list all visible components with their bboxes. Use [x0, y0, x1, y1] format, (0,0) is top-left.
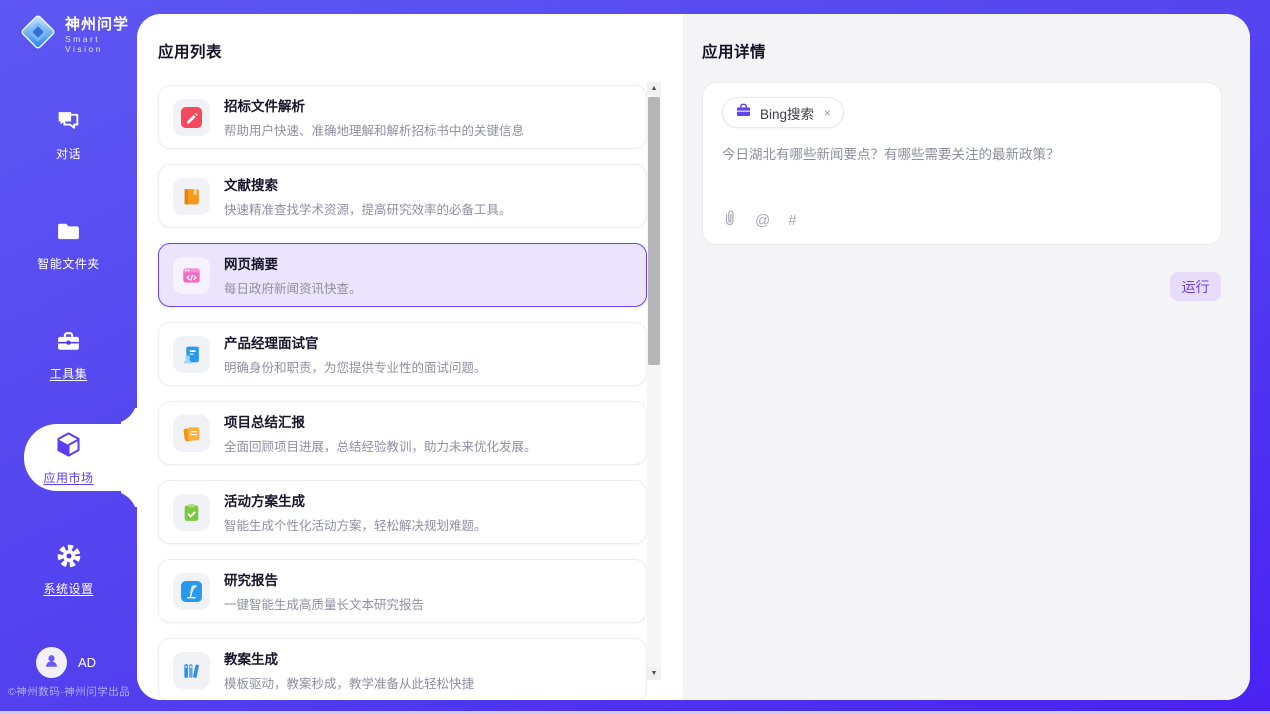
- prompt-card: Bing搜索 × 今日湖北有哪些新闻要点？有哪些需要关注的最新政策？ @ #: [702, 82, 1222, 245]
- close-icon[interactable]: ×: [822, 106, 831, 120]
- app-card[interactable]: 教案生成 模板驱动，教案秒成，教学准备从此轻松快捷: [158, 638, 647, 700]
- app-card-title: 研究报告: [224, 569, 424, 589]
- scrollbar[interactable]: ▲ ▼: [647, 82, 661, 680]
- app-detail-panel: 应用详情 Bing搜索 × 今日湖北有哪些新闻要点？有哪些需要关注的最新政策？: [683, 14, 1250, 700]
- sidebar-item-chat[interactable]: 对话: [0, 108, 137, 162]
- toolbox-icon: [55, 328, 82, 360]
- tool-tag-label: Bing搜索: [760, 103, 814, 123]
- app-card-title: 文献搜索: [224, 174, 512, 194]
- app-card[interactable]: 网页摘要 每日政府新闻资讯快查。: [158, 243, 647, 307]
- sidebar: 神州问学 Smart Vision 对话 智能文件夹: [0, 0, 137, 711]
- brand-logo: 神州问学 Smart Vision: [18, 12, 137, 57]
- prompt-toolbar: @ #: [722, 209, 797, 231]
- app-card-title: 网页摘要: [224, 253, 362, 273]
- avatar: [36, 647, 67, 678]
- scrollbar-thumb[interactable]: [648, 97, 660, 365]
- app-list: 招标文件解析 帮助用户快速、准确地理解和解析招标书中的关键信息 文献搜索 快速精…: [137, 14, 683, 700]
- sidebar-item-label: 对话: [56, 145, 81, 162]
- user-account[interactable]: AD: [36, 647, 96, 678]
- app-card-desc: 帮助用户快速、准确地理解和解析招标书中的关键信息: [224, 120, 524, 139]
- sidebar-item-label: 系统设置: [43, 580, 93, 597]
- tool-tag-bing-search[interactable]: Bing搜索 ×: [722, 97, 844, 128]
- app-list-panel: 应用列表 招标文件解析 帮助用户快速、准确地理解和解析招标书中的关键信息 文献搜…: [137, 14, 683, 700]
- app-card-title: 教案生成: [224, 648, 474, 668]
- app-card[interactable]: 项目总结汇报 全面回顾项目进展，总结经验教训，助力未来优化发展。: [158, 401, 647, 465]
- app-card[interactable]: 产品经理面试官 明确身份和职责，为您提供专业性的面试问题。: [158, 322, 647, 386]
- app-detail-title: 应用详情: [702, 40, 766, 62]
- scroll-up-icon[interactable]: ▲: [647, 82, 661, 95]
- gear-icon: [55, 542, 83, 575]
- brand-diamond-icon: [18, 12, 58, 57]
- app-card-title: 活动方案生成: [224, 490, 487, 510]
- web-code-icon: [173, 257, 210, 294]
- chat-icon: [55, 108, 82, 140]
- prompt-text-input[interactable]: 今日湖北有哪些新闻要点？有哪些需要关注的最新政策？: [722, 145, 1202, 165]
- clipboard-check-icon: [173, 494, 210, 531]
- user-initials: AD: [78, 655, 96, 670]
- app-card-title: 招标文件解析: [224, 95, 524, 115]
- at-icon[interactable]: @: [755, 212, 770, 229]
- scroll-down-icon[interactable]: ▼: [647, 667, 661, 680]
- app-card-desc: 模板驱动，教案秒成，教学准备从此轻松快捷: [224, 673, 474, 692]
- sidebar-item-app-market[interactable]: 应用市场: [0, 430, 137, 486]
- interview-doc-icon: [173, 336, 210, 373]
- person-icon: [42, 651, 61, 675]
- app-card-desc: 明确身份和职责，为您提供专业性的面试问题。: [224, 357, 487, 376]
- brand-subtitle: Smart Vision: [65, 34, 137, 54]
- app-card-desc: 全面回顾项目进展，总结经验教训，助力未来优化发展。: [224, 436, 537, 455]
- hash-icon[interactable]: #: [788, 212, 796, 229]
- copyright-footer: ©神州数码·神州问学出品: [8, 684, 130, 699]
- paperclip-icon[interactable]: [722, 209, 737, 231]
- app-card[interactable]: 研究报告 一键智能生成高质量长文本研究报告: [158, 559, 647, 623]
- sidebar-item-smart-folder[interactable]: 智能文件夹: [0, 218, 137, 272]
- sidebar-item-label: 应用市场: [43, 469, 93, 486]
- sidebar-item-settings[interactable]: 系统设置: [0, 542, 137, 597]
- app-card-title: 项目总结汇报: [224, 411, 537, 431]
- sidebar-item-label: 智能文件夹: [37, 255, 100, 272]
- app-card[interactable]: 招标文件解析 帮助用户快速、准确地理解和解析招标书中的关键信息: [158, 85, 647, 149]
- books-icon: [173, 652, 210, 689]
- sidebar-item-toolset[interactable]: 工具集: [0, 328, 137, 382]
- app-card-desc: 快速精准查找学术资源，提高研究效率的必备工具。: [224, 199, 512, 218]
- app-card[interactable]: 文献搜索 快速精准查找学术资源，提高研究效率的必备工具。: [158, 164, 647, 228]
- folder-icon: [55, 218, 82, 250]
- sticky-notes-icon: [173, 415, 210, 452]
- app-card-title: 产品经理面试官: [224, 332, 487, 352]
- app-card-desc: 智能生成个性化活动方案，轻松解决规划难题。: [224, 515, 487, 534]
- sidebar-item-label: 工具集: [50, 365, 88, 382]
- research-ink-icon: [173, 573, 210, 610]
- run-button[interactable]: 运行: [1170, 272, 1221, 301]
- doc-edit-icon: [173, 99, 210, 136]
- main-content: 应用列表 招标文件解析 帮助用户快速、准确地理解和解析招标书中的关键信息 文献搜…: [137, 14, 1250, 700]
- book-icon: [173, 178, 210, 215]
- app-card[interactable]: 活动方案生成 智能生成个性化活动方案，轻松解决规划难题。: [158, 480, 647, 544]
- app-card-desc: 一键智能生成高质量长文本研究报告: [224, 594, 424, 613]
- cube-icon: [54, 430, 83, 464]
- briefcase-icon: [735, 102, 752, 124]
- brand-name: 神州问学: [65, 16, 137, 34]
- app-card-desc: 每日政府新闻资讯快查。: [224, 278, 362, 297]
